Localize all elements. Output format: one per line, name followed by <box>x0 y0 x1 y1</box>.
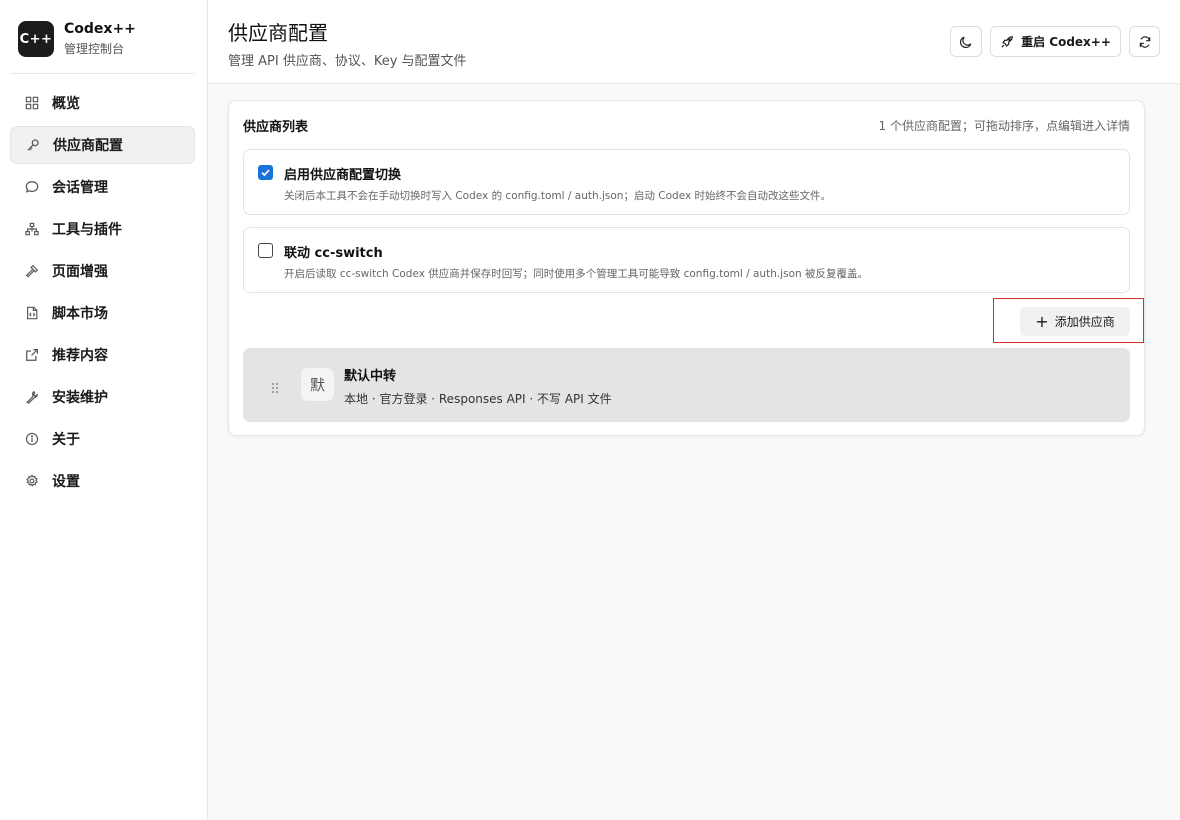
sidebar-item-sessions[interactable]: 会话管理 <box>10 168 195 206</box>
brand-name: Codex++ <box>64 21 136 37</box>
add-provider-button[interactable]: + 添加供应商 <box>1020 307 1130 336</box>
sidebar-item-label: 概览 <box>52 96 80 112</box>
sidebar-item-settings[interactable]: 设置 <box>10 462 195 500</box>
sidebar-item-label: 会话管理 <box>52 180 108 196</box>
cc-switch-checkbox[interactable] <box>258 243 273 258</box>
wrench-icon <box>24 389 40 405</box>
hammer-icon <box>24 263 40 279</box>
external-link-icon <box>24 347 40 363</box>
key-icon <box>25 137 41 153</box>
main-area: 供应商配置 管理 API 供应商、协议、Key 与配置文件 重启 Codex++… <box>208 0 1180 820</box>
sidebar-item-label: 脚本市场 <box>52 306 108 322</box>
page-title: 供应商配置 <box>228 21 328 45</box>
sidebar-item-overview[interactable]: 概览 <box>10 84 195 122</box>
refresh-icon <box>1138 35 1152 49</box>
provider-row[interactable]: 默 默认中转 本地 · 官方登录 · Responses API · 不写 AP… <box>243 348 1130 422</box>
page-header: 供应商配置 管理 API 供应商、协议、Key 与配置文件 重启 Codex++ <box>208 0 1180 84</box>
sidebar-item-label: 安装维护 <box>52 390 108 406</box>
sidebar-item-label: 设置 <box>52 474 80 490</box>
sidebar-item-recommended[interactable]: 推荐内容 <box>10 336 195 374</box>
restart-codex-label: 重启 Codex++ <box>1021 35 1111 49</box>
provider-meta: 本地 · 官方登录 · Responses API · 不写 API 文件 <box>344 392 612 406</box>
provider-name: 默认中转 <box>344 369 397 384</box>
add-provider-highlight: + 添加供应商 <box>993 298 1144 343</box>
brand-divider <box>10 73 195 74</box>
info-icon <box>24 431 40 447</box>
option-title: 启用供应商配置切换 <box>284 168 402 183</box>
sidebar-nav: 概览 供应商配置 会话管理 工具与插件 页面增强 脚本市场 推荐内容 安装维护 … <box>10 84 195 504</box>
sidebar-item-label: 页面增强 <box>52 264 108 280</box>
option-description: 开启后读取 cc-switch Codex 供应商并保存时回写；同时使用多个管理… <box>284 268 868 280</box>
card-hint: 1 个供应商配置；可拖动排序，点编辑进入详情 <box>878 119 1130 133</box>
theme-toggle-button[interactable] <box>950 26 982 57</box>
checkmark-icon <box>260 167 271 178</box>
option-enable-switching: 启用供应商配置切换 关闭后本工具不会在手动切换时写入 Codex 的 confi… <box>243 149 1130 215</box>
gear-icon <box>24 473 40 489</box>
brand: C++ Codex++ 管理控制台 <box>18 20 136 58</box>
moon-icon <box>959 35 973 49</box>
option-title: 联动 cc-switch <box>284 246 383 261</box>
brand-logo: C++ <box>18 21 54 57</box>
sidebar-item-label: 关于 <box>52 432 80 448</box>
provider-avatar: 默 <box>301 368 334 401</box>
plus-icon: + <box>1035 311 1049 331</box>
sidebar-item-about[interactable]: 关于 <box>10 420 195 458</box>
provider-list-card: 供应商列表 1 个供应商配置；可拖动排序，点编辑进入详情 启用供应商配置切换 关… <box>228 100 1145 436</box>
option-cc-switch: 联动 cc-switch 开启后读取 cc-switch Codex 供应商并保… <box>243 227 1130 293</box>
add-provider-label: 添加供应商 <box>1054 315 1115 329</box>
sidebar-item-page-enhance[interactable]: 页面增强 <box>10 252 195 290</box>
brand-subtitle: 管理控制台 <box>64 42 125 56</box>
sidebar-item-label: 工具与插件 <box>52 222 122 238</box>
sitemap-icon <box>24 221 40 237</box>
sidebar-item-maintenance[interactable]: 安装维护 <box>10 378 195 416</box>
grid-icon <box>24 95 40 111</box>
sidebar: C++ Codex++ 管理控制台 概览 供应商配置 会话管理 工具与插件 页面… <box>0 0 208 820</box>
restart-codex-button[interactable]: 重启 Codex++ <box>990 26 1121 57</box>
sidebar-item-tools[interactable]: 工具与插件 <box>10 210 195 248</box>
option-description: 关闭后本工具不会在手动切换时写入 Codex 的 config.toml / a… <box>284 190 832 202</box>
refresh-button[interactable] <box>1129 26 1160 57</box>
sidebar-item-providers[interactable]: 供应商配置 <box>10 126 195 164</box>
sidebar-item-script-market[interactable]: 脚本市场 <box>10 294 195 332</box>
sidebar-item-label: 供应商配置 <box>53 138 123 154</box>
enable-switching-checkbox[interactable] <box>258 165 273 180</box>
card-title: 供应商列表 <box>243 120 309 135</box>
drag-handle-icon[interactable] <box>271 379 279 393</box>
page-subtitle: 管理 API 供应商、协议、Key 与配置文件 <box>228 54 467 69</box>
script-file-icon <box>24 305 40 321</box>
sidebar-item-label: 推荐内容 <box>52 348 108 364</box>
rocket-icon <box>1000 35 1021 49</box>
chat-bubble-icon <box>24 179 40 195</box>
brand-text: Codex++ 管理控制台 <box>64 20 136 58</box>
